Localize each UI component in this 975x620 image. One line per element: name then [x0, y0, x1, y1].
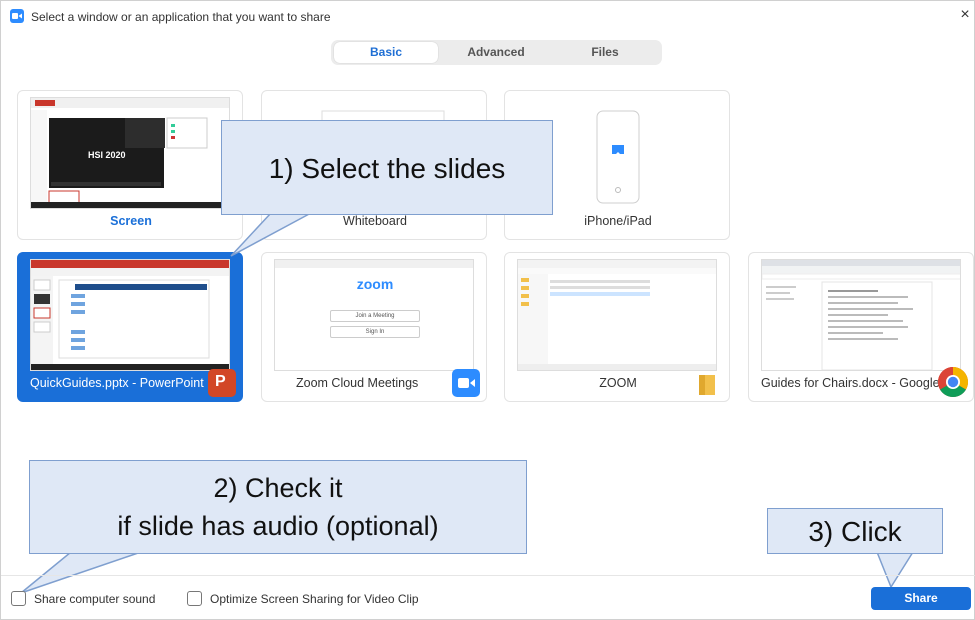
tile-label: Zoom Cloud Meetings	[296, 376, 419, 390]
callout-check-audio: 2) Check it if slide has audio (optional…	[29, 460, 527, 554]
title-bar: Select a window or an application that y…	[1, 1, 975, 31]
tile-label: Guides for Chairs.docx - Google ...	[761, 376, 941, 390]
chrome-icon	[937, 366, 969, 398]
zoom-logo: zoom	[356, 276, 394, 292]
tab-basic[interactable]: Basic	[334, 42, 438, 63]
optimize-video-label: Optimize Screen Sharing for Video Clip	[210, 592, 419, 606]
callout-text-line1: 2) Check it	[213, 473, 343, 503]
sign-in-text: Sign In	[330, 326, 420, 338]
share-tile-zoom-meetings[interactable]: zoom Join a Meeting Sign In Zoom Cloud M…	[261, 252, 487, 402]
optimize-video-checkbox[interactable]	[187, 591, 202, 606]
callout-text-line2: if slide has audio (optional)	[117, 511, 439, 541]
callout-text: 3) Click	[808, 516, 902, 547]
tile-label: Whiteboard	[343, 214, 407, 228]
share-screen-dialog: Select a window or an application that y…	[0, 0, 975, 620]
tile-label: QuickGuides.pptx - PowerPoint	[30, 376, 204, 390]
explorer-thumb	[517, 259, 717, 371]
slide-title-text: HSI 2020	[88, 150, 126, 160]
zoom-icon	[452, 369, 480, 397]
tab-bar: Basic Advanced Files	[331, 40, 662, 65]
zoom-window-thumb: zoom Join a Meeting Sign In	[274, 259, 474, 371]
window-title: Select a window or an application that y…	[31, 10, 331, 24]
share-sound-label: Share computer sound	[34, 592, 156, 606]
powerpoint-thumb	[30, 259, 230, 371]
callout-click-share: 3) Click	[767, 508, 943, 554]
folder-icon	[695, 369, 723, 397]
powerpoint-icon: P	[208, 369, 236, 397]
join-meeting-text: Join a Meeting	[330, 310, 420, 322]
powerpoint-letter: P	[215, 373, 226, 390]
docs-thumb	[761, 259, 961, 371]
share-button[interactable]: Share	[871, 587, 971, 610]
zoom-app-icon	[10, 9, 24, 23]
tab-files[interactable]: Files	[553, 42, 657, 63]
share-tile-chrome[interactable]: Guides for Chairs.docx - Google ...	[748, 252, 974, 402]
tile-label: Screen	[110, 214, 152, 228]
callout-text: 1) Select the slides	[268, 153, 506, 184]
callout-select-slides: 1) Select the slides	[221, 120, 553, 215]
tile-label: iPhone/iPad	[584, 214, 652, 228]
close-icon[interactable]: ×	[956, 6, 974, 24]
share-tile-powerpoint[interactable]: QuickGuides.pptx - PowerPoint P	[17, 252, 243, 402]
share-sound-checkbox[interactable]	[11, 591, 26, 606]
screen-thumb: HSI 2020	[30, 97, 230, 209]
share-tile-screen[interactable]: HSI 2020 Screen	[17, 90, 243, 240]
tab-advanced[interactable]: Advanced	[444, 42, 548, 63]
share-tile-zoom-folder[interactable]: ZOOM	[504, 252, 730, 402]
